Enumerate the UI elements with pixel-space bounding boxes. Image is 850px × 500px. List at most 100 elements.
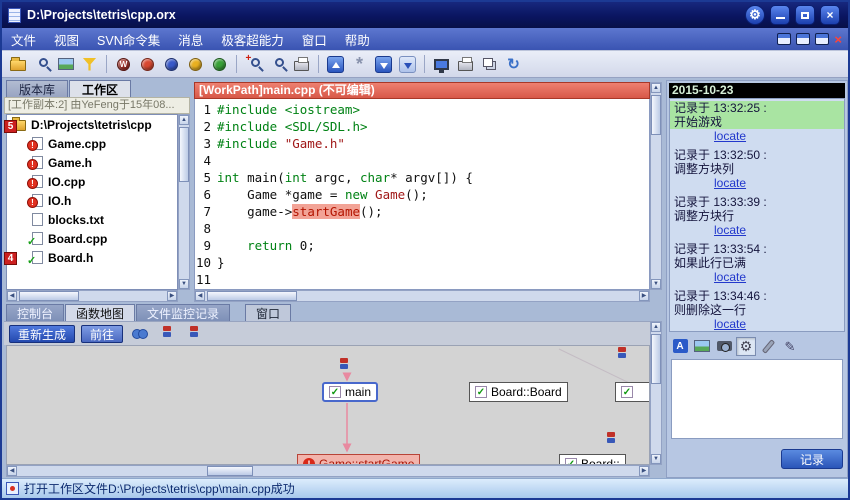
menu-item-SVN命令集[interactable]: SVN命令集	[88, 28, 169, 50]
editor-horizontal-scrollbar[interactable]: ◀ ▶	[194, 290, 650, 302]
tree-item[interactable]: blocks.txt	[7, 210, 177, 229]
tab-窗口[interactable]: 窗口	[245, 304, 291, 321]
tree-item[interactable]: Board.cpp	[7, 229, 177, 248]
jump-down-icon[interactable]	[397, 54, 418, 75]
tree-item[interactable]: Board.h	[7, 248, 177, 267]
print-icon[interactable]	[291, 54, 312, 75]
move-down-icon[interactable]	[373, 54, 394, 75]
graph-node-BoardBoard[interactable]: ✓Board::Board	[469, 382, 568, 402]
marker-b-icon[interactable]	[183, 323, 204, 344]
map-icon[interactable]	[129, 323, 150, 344]
locate-link[interactable]: locate	[714, 317, 746, 331]
zoom-in-icon[interactable]	[243, 54, 264, 75]
scrollbar-thumb[interactable]	[179, 127, 189, 182]
graph-horizontal-scrollbar[interactable]: ◀ ▶	[6, 465, 650, 477]
record-button[interactable]: 记录	[781, 449, 843, 469]
menu-item-文件[interactable]: 文件	[2, 28, 45, 50]
settings-gear-button[interactable]: ⚙	[745, 5, 765, 25]
menu-item-窗口[interactable]: 窗口	[293, 28, 336, 50]
tree-item[interactable]: D:\Projects\tetris\cpp	[7, 115, 177, 134]
scroll-up-icon[interactable]: ▲	[651, 83, 661, 93]
open-workspace-icon[interactable]	[7, 54, 28, 75]
graph-node-Board[interactable]: ✓Board::	[559, 454, 626, 465]
text-style-icon[interactable]: A	[670, 337, 690, 356]
search-file-icon[interactable]	[31, 54, 52, 75]
zoom-out-icon[interactable]	[267, 54, 288, 75]
graph-node-main[interactable]: ✓main	[322, 382, 378, 402]
locate-link[interactable]: locate	[714, 223, 746, 237]
scroll-right-icon[interactable]: ▶	[639, 291, 649, 301]
marker-a-icon[interactable]	[156, 323, 177, 344]
scroll-up-icon[interactable]: ▲	[179, 115, 189, 125]
graph-node-GamestartGame[interactable]: !Game::startGame	[297, 454, 420, 465]
edit-icon[interactable]: ✎	[780, 337, 800, 356]
filter-icon[interactable]	[79, 54, 100, 75]
file-tree[interactable]: D:\Projects\tetris\cppGame.cppGame.hIO.c…	[6, 114, 178, 290]
scrollbar-thumb[interactable]	[207, 466, 253, 476]
tree-item[interactable]: IO.h	[7, 191, 177, 210]
graph-node[interactable]: ✓	[615, 382, 650, 402]
insert-image-icon[interactable]	[692, 337, 712, 356]
scroll-down-icon[interactable]: ▼	[651, 454, 661, 464]
tab-控制台[interactable]: 控制台	[6, 304, 64, 321]
yellow-ball-icon[interactable]	[185, 54, 206, 75]
move-up-icon[interactable]	[325, 54, 346, 75]
close-button[interactable]: ×	[820, 5, 840, 25]
tab-版本库[interactable]: 版本库	[6, 80, 68, 97]
tree-item[interactable]: Game.cpp	[7, 134, 177, 153]
toggle-bottom-panel-icon[interactable]	[796, 33, 810, 45]
print-preview-icon[interactable]	[455, 54, 476, 75]
maximize-button[interactable]	[795, 5, 815, 25]
note-input[interactable]	[671, 359, 843, 439]
word-ball-icon[interactable]: W	[113, 54, 134, 75]
scrollbar-thumb[interactable]	[651, 334, 661, 384]
camera-icon[interactable]	[714, 337, 734, 356]
tab-文件监控记录[interactable]: 文件监控记录	[136, 304, 230, 321]
locate-link[interactable]: locate	[714, 270, 746, 284]
green-ball-icon[interactable]	[209, 54, 230, 75]
scroll-down-icon[interactable]: ▼	[651, 279, 661, 289]
windows-icon[interactable]	[479, 54, 500, 75]
blue-ball-icon[interactable]	[161, 54, 182, 75]
button-重新生成[interactable]: 重新生成	[9, 325, 75, 343]
button-前往[interactable]: 前往	[81, 325, 123, 343]
tree-vertical-scrollbar[interactable]: ▲ ▼	[178, 114, 190, 290]
title-bar[interactable]: D:\Projects\tetris\cpp.orx ⚙ ×	[2, 2, 848, 28]
scroll-left-icon[interactable]: ◀	[7, 291, 17, 301]
scroll-left-icon[interactable]: ◀	[195, 291, 205, 301]
scrollbar-thumb[interactable]	[207, 291, 297, 301]
settings-icon[interactable]: ⚙	[736, 337, 756, 356]
scroll-right-icon[interactable]: ▶	[167, 291, 177, 301]
monitor-icon[interactable]	[431, 54, 452, 75]
close-document-icon[interactable]: ×	[834, 33, 842, 46]
tree-item[interactable]: Game.h	[7, 153, 177, 172]
locate-link[interactable]: locate	[714, 129, 746, 143]
graph-vertical-scrollbar[interactable]: ▲ ▼	[650, 321, 662, 465]
menu-item-极客超能力[interactable]: 极客超能力	[212, 28, 293, 50]
function-map-graph[interactable]: ✓main ✓Board::Board ✓!Game::startGame ✓Boar…	[6, 345, 650, 465]
scroll-left-icon[interactable]: ◀	[7, 466, 17, 476]
menu-item-视图[interactable]: 视图	[45, 28, 88, 50]
tab-工作区[interactable]: 工作区	[69, 80, 131, 97]
editor-vertical-scrollbar[interactable]: ▲ ▼	[650, 82, 662, 290]
locate-link[interactable]: locate	[714, 176, 746, 190]
toggle-left-panel-icon[interactable]	[777, 33, 791, 45]
tree-item[interactable]: IO.cpp	[7, 172, 177, 191]
scroll-up-icon[interactable]: ▲	[651, 322, 661, 332]
code-editor[interactable]: 1#include <iostream>2#include <SDL/SDL.h…	[194, 99, 650, 290]
menu-item-帮助[interactable]: 帮助	[336, 28, 379, 50]
menu-item-消息[interactable]: 消息	[169, 28, 212, 50]
scrollbar-thumb[interactable]	[19, 291, 79, 301]
refresh-icon[interactable]: ↻	[503, 54, 524, 75]
tab-函数地图[interactable]: 函数地图	[65, 304, 135, 321]
red-ball-icon[interactable]	[137, 54, 158, 75]
scroll-down-icon[interactable]: ▼	[179, 279, 189, 289]
tree-horizontal-scrollbar[interactable]: ◀ ▶	[6, 290, 178, 302]
image-view-icon[interactable]	[55, 54, 76, 75]
editor-document-header[interactable]: [WorkPath]main.cpp (不可编辑)	[194, 82, 650, 99]
tool-icon[interactable]	[758, 337, 778, 356]
scrollbar-thumb[interactable]	[651, 95, 661, 135]
toggle-right-panel-icon[interactable]	[815, 33, 829, 45]
minimize-button[interactable]	[770, 5, 790, 25]
scroll-right-icon[interactable]: ▶	[639, 466, 649, 476]
